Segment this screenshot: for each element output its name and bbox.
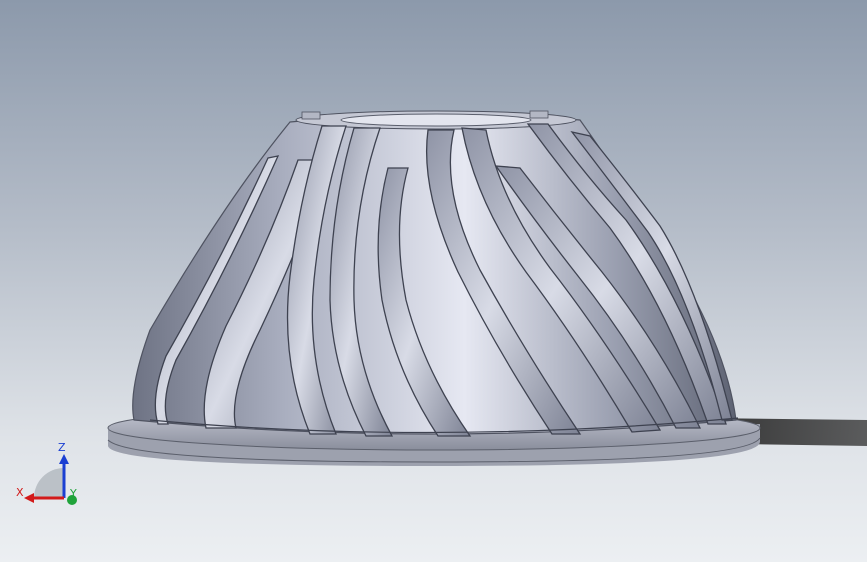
impeller-model[interactable] (0, 0, 867, 562)
triad-x-label: X (16, 486, 24, 499)
coordinate-triad: Z X Y (14, 440, 84, 510)
graphics-viewport[interactable]: Z X Y (0, 0, 867, 562)
triad-y-label: Y (70, 487, 77, 500)
triad-z-label: Z (58, 441, 66, 454)
